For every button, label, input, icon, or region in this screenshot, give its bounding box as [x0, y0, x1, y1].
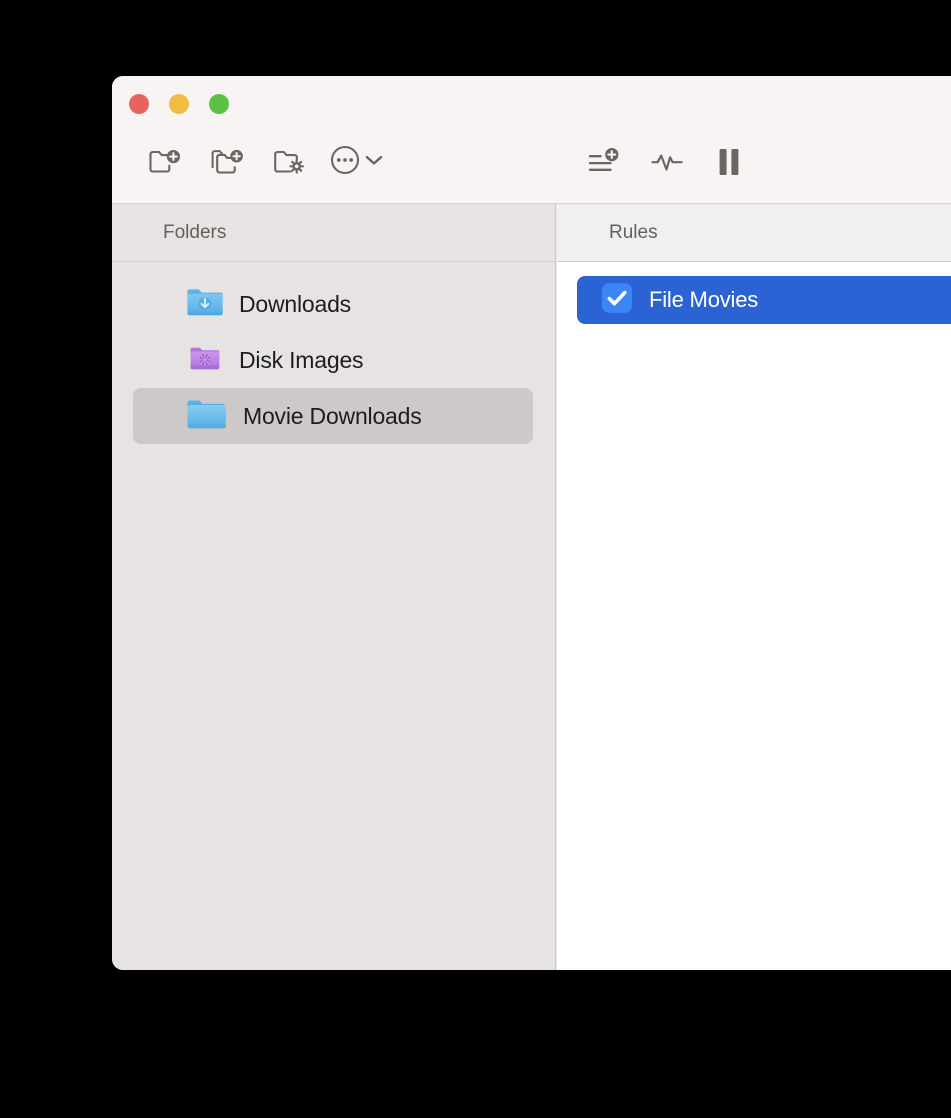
- pause-button[interactable]: [698, 138, 760, 186]
- folders-pane-header: Folders: [112, 204, 555, 262]
- zoom-button[interactable]: [209, 94, 229, 114]
- sidebar-item-label: Disk Images: [239, 347, 363, 374]
- folders-pane-title: Folders: [163, 222, 226, 244]
- folder-settings-button[interactable]: [258, 138, 320, 186]
- folders-pane: Folders: [112, 204, 556, 970]
- folder-downloads-icon: [185, 285, 225, 324]
- app-window: Folders: [112, 76, 951, 970]
- folder-list: Downloads: [112, 262, 555, 444]
- chevron-down-icon: [364, 153, 384, 172]
- folder-blue-icon: [185, 396, 229, 437]
- folder-settings-icon: [272, 148, 306, 176]
- add-folders-button[interactable]: [196, 138, 258, 186]
- minimize-button[interactable]: [169, 94, 189, 114]
- screen: Folders: [0, 0, 951, 1118]
- folder-gear-icon: [185, 341, 225, 380]
- ellipsis-circle-icon: [330, 145, 360, 180]
- rule-add-icon: [586, 147, 624, 177]
- pause-icon: [717, 147, 741, 177]
- folder-add-icon: [148, 148, 182, 176]
- sidebar-item-downloads[interactable]: Downloads: [133, 276, 533, 332]
- rule-checkbox[interactable]: [601, 282, 633, 319]
- sidebar-item-disk-images[interactable]: Disk Images: [133, 332, 533, 388]
- more-actions-menu[interactable]: [330, 138, 384, 186]
- toolbar-right-group: [574, 138, 760, 186]
- sidebar-item-label: Movie Downloads: [243, 403, 422, 430]
- rules-pane-header: Rules: [557, 204, 951, 262]
- traffic-lights: [129, 94, 229, 114]
- add-folder-button[interactable]: [134, 138, 196, 186]
- toolbar-left-group: [134, 138, 384, 186]
- sidebar-item-movie-downloads[interactable]: Movie Downloads: [133, 388, 533, 444]
- window-body: Folders: [112, 204, 951, 970]
- titlebar: [112, 76, 951, 204]
- rule-list: File Movies: [557, 262, 951, 324]
- activity-button[interactable]: [636, 138, 698, 186]
- folders-duplicate-add-icon: [210, 148, 244, 176]
- activity-pulse-icon: [650, 147, 684, 177]
- rule-row-file-movies[interactable]: File Movies: [577, 276, 951, 324]
- add-rule-button[interactable]: [574, 138, 636, 186]
- rules-pane-title: Rules: [609, 222, 658, 244]
- rules-pane: Rules File Movies: [557, 204, 951, 970]
- rule-label: File Movies: [649, 287, 758, 313]
- close-button[interactable]: [129, 94, 149, 114]
- sidebar-item-label: Downloads: [239, 291, 351, 318]
